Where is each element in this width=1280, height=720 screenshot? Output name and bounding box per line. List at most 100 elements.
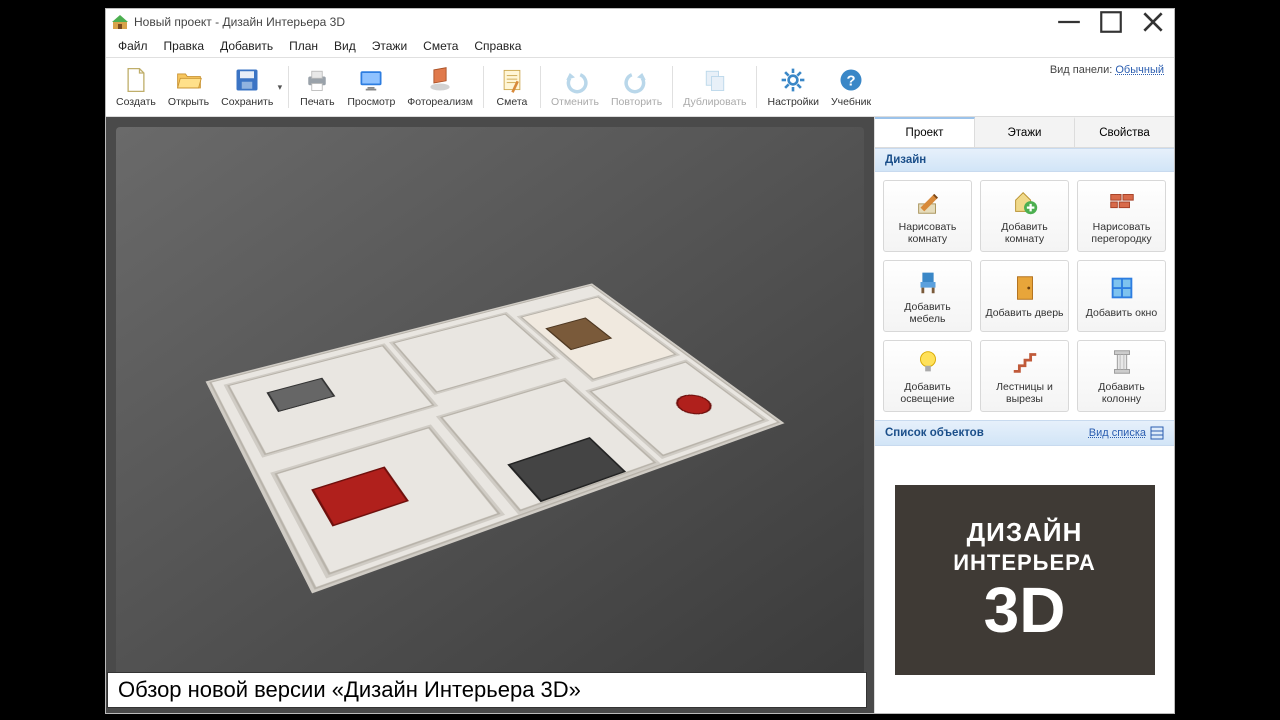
create-button[interactable]: Создать	[110, 60, 162, 114]
add-door-button[interactable]: Добавить дверь	[980, 260, 1069, 332]
monitor-icon	[357, 66, 385, 94]
door-icon	[1010, 273, 1040, 303]
menu-floors[interactable]: Этажи	[364, 37, 415, 55]
add-window-label: Добавить окно	[1086, 307, 1157, 319]
print-button[interactable]: Печать	[293, 60, 341, 114]
add-column-label: Добавить колонну	[1081, 381, 1162, 405]
object-list: ДИЗАЙН ИНТЕРЬЕРА 3D	[875, 446, 1174, 713]
preview-button[interactable]: Просмотр	[341, 60, 401, 114]
estimate-label: Смета	[497, 96, 528, 108]
window-title: Новый проект - Дизайн Интерьера 3D	[134, 15, 345, 29]
open-label: Открыть	[168, 96, 209, 108]
menu-edit[interactable]: Правка	[156, 37, 213, 55]
photoreal-label: Фотореализм	[407, 96, 473, 108]
draw-room-label: Нарисовать комнату	[887, 221, 968, 245]
gear-icon	[779, 66, 807, 94]
add-room-icon	[1010, 187, 1040, 217]
menu-estimate[interactable]: Смета	[415, 37, 466, 55]
add-column-button[interactable]: Добавить колонну	[1077, 340, 1166, 412]
design-panel-header: Дизайн	[875, 148, 1174, 172]
caption-text: Обзор новой версии «Дизайн Интерьера 3D»	[118, 677, 581, 703]
folder-open-icon	[175, 66, 203, 94]
add-window-button[interactable]: Добавить окно	[1077, 260, 1166, 332]
svg-text:?: ?	[847, 73, 856, 89]
save-dropdown[interactable]: ▾	[275, 60, 284, 114]
minimize-button[interactable]	[1048, 9, 1090, 35]
printer-icon	[303, 66, 331, 94]
open-button[interactable]: Открыть	[162, 60, 215, 114]
design-grid: Нарисовать комнату Добавить комнату Нари…	[875, 172, 1174, 420]
dup-label: Дублировать	[683, 96, 746, 108]
sidebar: Проект Этажи Свойства Дизайн Нарисовать …	[874, 117, 1174, 713]
save-icon	[233, 66, 261, 94]
photoreal-button[interactable]: Фотореализм	[401, 60, 479, 114]
settings-button[interactable]: Настройки	[761, 60, 825, 114]
objects-title: Список объектов	[885, 427, 984, 439]
undo-label: Отменить	[551, 96, 599, 108]
logo-line2: ИНТЕРЬЕРА	[953, 550, 1096, 576]
notepad-icon	[498, 66, 526, 94]
viewmode-label: Вид панели:	[1050, 64, 1112, 76]
window-icon	[1107, 273, 1137, 303]
tab-project[interactable]: Проект	[875, 117, 975, 147]
draw-partition-button[interactable]: Нарисовать перегородку	[1077, 180, 1166, 252]
add-lighting-button[interactable]: Добавить освещение	[883, 340, 972, 412]
lightbulb-icon	[913, 347, 943, 377]
estimate-button[interactable]: Смета	[488, 60, 536, 114]
add-furniture-label: Добавить мебель	[887, 301, 968, 325]
pencil-room-icon	[913, 187, 943, 217]
help-icon: ?	[837, 66, 865, 94]
titlebar: Новый проект - Дизайн Интерьера 3D	[106, 9, 1174, 35]
add-lighting-label: Добавить освещение	[887, 381, 968, 405]
preview-label: Просмотр	[347, 96, 395, 108]
redo-label: Повторить	[611, 96, 662, 108]
logo-line3: 3D	[984, 578, 1066, 642]
add-door-label: Добавить дверь	[985, 307, 1063, 319]
draw-room-button[interactable]: Нарисовать комнату	[883, 180, 972, 252]
close-button[interactable]	[1132, 9, 1174, 35]
tutorial-label: Учебник	[831, 96, 871, 108]
stairs-label: Лестницы и вырезы	[984, 381, 1065, 405]
wall-icon	[1107, 187, 1137, 217]
add-room-button[interactable]: Добавить комнату	[980, 180, 1069, 252]
undo-button[interactable]: Отменить	[545, 60, 605, 114]
file-new-icon	[122, 66, 150, 94]
menu-add[interactable]: Добавить	[212, 37, 281, 55]
menu-plan[interactable]: План	[281, 37, 326, 55]
3d-canvas[interactable]	[106, 117, 874, 713]
menu-file[interactable]: Файл	[110, 37, 156, 55]
app-window: Новый проект - Дизайн Интерьера 3D Файл …	[105, 8, 1175, 714]
chair-icon	[913, 267, 943, 297]
redo-button[interactable]: Повторить	[605, 60, 668, 114]
content-area: Проект Этажи Свойства Дизайн Нарисовать …	[106, 117, 1174, 713]
render-icon	[426, 66, 454, 94]
save-button[interactable]: Сохранить	[215, 60, 275, 114]
toolbar: Создать Открыть Сохранить ▾ Печать Просм…	[106, 57, 1174, 117]
tab-floors[interactable]: Этажи	[975, 117, 1075, 147]
stairs-button[interactable]: Лестницы и вырезы	[980, 340, 1069, 412]
add-furniture-button[interactable]: Добавить мебель	[883, 260, 972, 332]
menu-help[interactable]: Справка	[466, 37, 529, 55]
list-view-link[interactable]: Вид списка	[1089, 427, 1146, 439]
settings-label: Настройки	[767, 96, 819, 108]
list-view-icon[interactable]	[1150, 426, 1164, 440]
duplicate-icon	[701, 66, 729, 94]
view-mode: Вид панели: Обычный	[1050, 64, 1164, 76]
app-logo: ДИЗАЙН ИНТЕРЬЕРА 3D	[895, 485, 1155, 675]
video-caption: Обзор новой версии «Дизайн Интерьера 3D»	[107, 672, 867, 708]
menu-view[interactable]: Вид	[326, 37, 364, 55]
app-icon	[112, 14, 128, 30]
duplicate-button[interactable]: Дублировать	[677, 60, 752, 114]
undo-icon	[561, 66, 589, 94]
objects-panel-header: Список объектов Вид списка	[875, 420, 1174, 446]
stairs-icon	[1010, 347, 1040, 377]
tutorial-button[interactable]: ? Учебник	[825, 60, 877, 114]
viewmode-link[interactable]: Обычный	[1115, 64, 1164, 76]
save-label: Сохранить	[221, 96, 273, 108]
maximize-button[interactable]	[1090, 9, 1132, 35]
print-label: Печать	[300, 96, 334, 108]
menubar: Файл Правка Добавить План Вид Этажи Смет…	[106, 35, 1174, 57]
redo-icon	[623, 66, 651, 94]
sidebar-tabs: Проект Этажи Свойства	[875, 117, 1174, 148]
tab-properties[interactable]: Свойства	[1075, 117, 1174, 147]
